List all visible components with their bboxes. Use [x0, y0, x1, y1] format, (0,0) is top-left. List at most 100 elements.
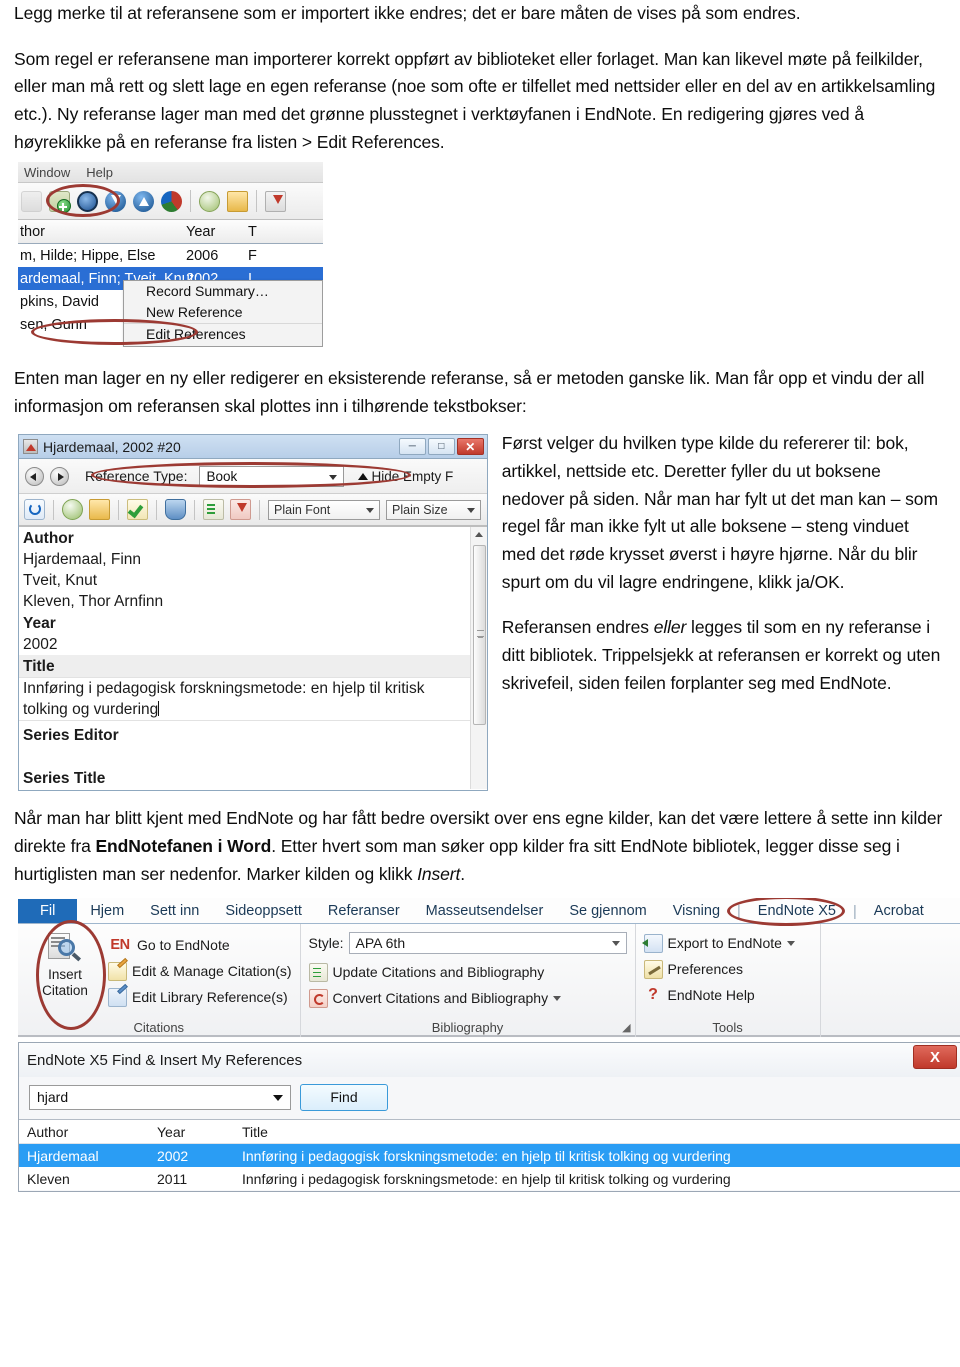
field-label-year: Year: [23, 615, 56, 633]
field-value-year[interactable]: 2002: [19, 634, 487, 655]
tab-acrobat[interactable]: Acrobat: [861, 900, 937, 923]
text-caret: [158, 701, 160, 717]
column-header-author[interactable]: Author: [19, 1124, 157, 1140]
scrollbar-thumb[interactable]: [472, 545, 486, 726]
preferences-button[interactable]: Preferences: [643, 956, 812, 982]
next-reference-icon[interactable]: [50, 466, 69, 486]
edit-citation-icon: [108, 957, 128, 981]
tab-masseutsendelser[interactable]: Masseutsendelser: [413, 900, 557, 923]
search-icon[interactable]: [77, 190, 98, 212]
paragraph-1: Legg merke til at referansene som er imp…: [14, 0, 946, 28]
endnote-app-icon: [23, 439, 38, 455]
paragraph-4: Når man har blitt kjent med EndNote og h…: [14, 805, 946, 888]
field-value-author[interactable]: Hjardemaal, Finn Tveit, Knut Kleven, Tho…: [19, 549, 487, 612]
hide-empty-fields-button[interactable]: Hide Empty F: [358, 469, 453, 484]
convert-citations-label: Convert Citations and Bibliography: [332, 990, 549, 1007]
go-to-endnote-button[interactable]: EN Go to EndNote: [108, 932, 292, 958]
tab-endnote-x5[interactable]: EndNote X5: [745, 900, 849, 923]
result-author: Hjardemaal: [27, 1147, 99, 1164]
field-value-title[interactable]: Innføring i pedagogisk forskningsmetode:…: [19, 677, 487, 722]
dialog-title-bar: EndNote X5 Find & Insert My References X: [19, 1043, 960, 1078]
edit-manage-citations-button[interactable]: Edit & Manage Citation(s): [108, 957, 292, 984]
chevron-down-icon[interactable]: [273, 1094, 283, 1101]
bibliography-dialog-launcher[interactable]: ◢: [622, 1021, 630, 1034]
refresh-icon[interactable]: [24, 499, 45, 521]
paragraph-3: Enten man lager en ny eller redigerer en…: [14, 365, 946, 420]
column-header-title[interactable]: Title: [242, 1124, 960, 1140]
tab-sett-inn[interactable]: Sett inn: [137, 900, 212, 923]
menu-item-help[interactable]: Help: [86, 165, 113, 180]
endnote-menubar: Window Help: [18, 162, 323, 184]
convert-citations-button[interactable]: Convert Citations and Bibliography: [308, 985, 627, 1011]
minimize-button[interactable]: ─: [398, 438, 426, 456]
attach-figure-icon[interactable]: [165, 499, 186, 521]
table-row[interactable]: Hjardemaal 2002 Innføring i pedagogisk f…: [19, 1144, 960, 1168]
search-input[interactable]: hjard: [29, 1084, 291, 1110]
font-select[interactable]: Plain Font: [268, 499, 380, 520]
tab-se-gjennom[interactable]: Se gjennom: [556, 900, 659, 923]
library-row[interactable]: m, Hilde; Hippe, Else 2006 F: [18, 244, 323, 267]
context-menu: Record Summary… New Reference Edit Refer…: [123, 280, 323, 348]
go-to-endnote-label: Go to EndNote: [137, 937, 230, 954]
import-icon[interactable]: [105, 190, 126, 212]
side-paragraph-1-text: Først velger du hvilken type kilde du re…: [501, 433, 938, 592]
format-icon[interactable]: [203, 499, 224, 521]
field-value-series-editor[interactable]: [19, 746, 487, 767]
find-full-text-icon[interactable]: [230, 499, 251, 521]
chevron-down-icon[interactable]: [786, 940, 795, 946]
online-search-icon[interactable]: [62, 499, 83, 521]
column-header-year[interactable]: Year: [186, 224, 248, 240]
chevron-down-icon[interactable]: [553, 995, 562, 1001]
chevron-down-icon: [366, 507, 374, 513]
edit-window-toolbar: Plain Font Plain Size: [19, 494, 487, 528]
reference-type-select[interactable]: Book: [199, 465, 345, 487]
library-row-author: m, Hilde; Hippe, Else: [20, 247, 156, 264]
open-folder-icon[interactable]: [89, 499, 110, 521]
endnote-help-button[interactable]: ? EndNote Help: [644, 982, 812, 1008]
side-paragraph-2-text: Referansen endres eller legges til som e…: [501, 617, 941, 693]
close-button[interactable]: X: [913, 1045, 957, 1070]
column-header-title[interactable]: T: [248, 224, 257, 240]
export-to-endnote-button[interactable]: Export to EndNote: [641, 930, 812, 956]
open-folder-icon[interactable]: [227, 190, 248, 212]
menu-item-window[interactable]: Window: [24, 165, 70, 180]
context-menu-item-record-summary[interactable]: Record Summary…: [124, 281, 322, 302]
online-search-icon[interactable]: [161, 190, 182, 212]
find-button[interactable]: Find: [300, 1083, 388, 1111]
paragraph-4-text: Når man har blitt kjent med EndNote og h…: [14, 808, 943, 884]
scroll-up-button[interactable]: [471, 527, 487, 542]
result-title: Innføring i pedagogisk forskningsmetode:…: [242, 1147, 731, 1164]
style-select[interactable]: APA 6th: [348, 932, 627, 955]
update-citations-icon: [308, 962, 328, 982]
column-header-author[interactable]: thor: [18, 224, 186, 240]
tab-sideoppsett[interactable]: Sideoppsett: [212, 900, 315, 923]
context-menu-item-edit-references[interactable]: Edit References: [124, 324, 322, 345]
previous-reference-icon[interactable]: [25, 466, 44, 486]
new-reference-icon[interactable]: [49, 190, 71, 213]
edit-library-reference-button[interactable]: Edit Library Reference(s): [108, 983, 292, 1010]
close-button[interactable]: ✕: [456, 438, 484, 456]
ribbon-tabs: Fil Hjem Sett inn Sideoppsett Referanser…: [18, 898, 960, 925]
export-icon[interactable]: [133, 190, 154, 212]
maximize-button[interactable]: □: [427, 438, 455, 456]
fields-scrollbar[interactable]: [469, 527, 487, 790]
table-row[interactable]: Kleven 2011 Innføring i pedagogisk forsk…: [19, 1167, 960, 1190]
context-menu-item-new-reference[interactable]: New Reference: [124, 302, 322, 323]
update-citations-button[interactable]: Update Citations and Bibliography: [308, 959, 627, 985]
style-row: Style: APA 6th: [309, 930, 627, 956]
result-year: 2002: [157, 1147, 189, 1164]
column-header-year[interactable]: Year: [157, 1124, 242, 1140]
size-select[interactable]: Plain Size: [386, 499, 481, 520]
spellcheck-icon[interactable]: [127, 499, 148, 521]
screenshot-endnote-library: Window Help thor Year T m, Hilde; Hippe,…: [18, 162, 323, 348]
ribbon-content: Insert Citation EN Go to EndNote Edit & …: [18, 924, 960, 1038]
tab-referanser[interactable]: Referanser: [315, 900, 413, 923]
open-link-icon[interactable]: [199, 190, 220, 212]
dialog-search-row: hjard Find: [19, 1077, 960, 1117]
copy-icon[interactable]: [21, 190, 42, 212]
tab-visning[interactable]: Visning: [660, 900, 733, 923]
tab-hjem[interactable]: Hjem: [77, 900, 137, 923]
result-year: 2011: [157, 1170, 188, 1187]
tab-fil[interactable]: Fil: [18, 899, 78, 924]
find-full-text-icon[interactable]: [265, 190, 286, 212]
